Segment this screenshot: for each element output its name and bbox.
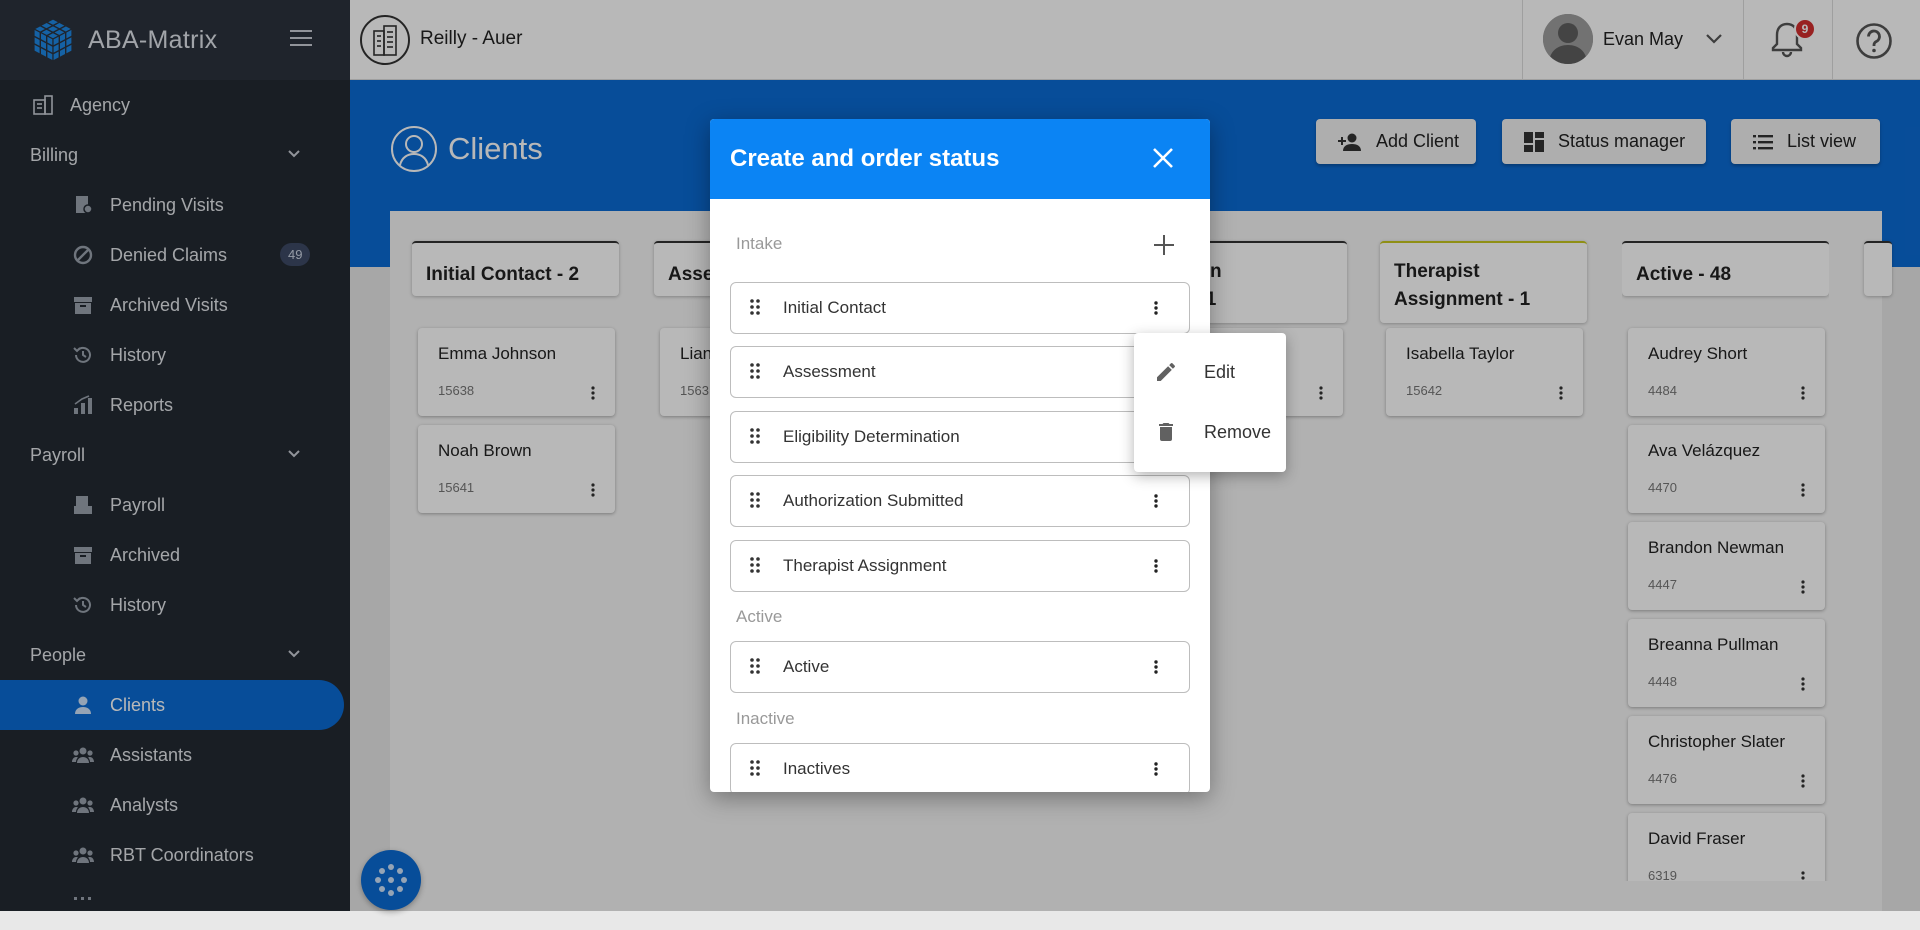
- group-label-intake: Intake: [736, 234, 783, 253]
- group-label-inactive: Inactive: [736, 709, 795, 728]
- status-row[interactable]: Assessment: [730, 346, 1190, 398]
- status-label: Inactives: [783, 759, 851, 778]
- more-vertical-icon[interactable]: [1154, 301, 1158, 315]
- status-row[interactable]: Eligibility Determination: [730, 411, 1190, 463]
- drag-handle-icon[interactable]: [750, 760, 760, 776]
- group-label-active: Active: [736, 607, 783, 626]
- edit-label: Edit: [1204, 361, 1236, 382]
- status-row[interactable]: Authorization Submitted: [730, 475, 1190, 527]
- status-context-menu: Edit Remove: [1134, 333, 1286, 472]
- drag-handle-icon[interactable]: [750, 299, 760, 315]
- status-row[interactable]: Active: [730, 641, 1190, 693]
- pencil-icon: [1157, 363, 1175, 381]
- more-vertical-icon[interactable]: [1154, 494, 1158, 508]
- close-icon[interactable]: [1150, 145, 1176, 171]
- status-label: Therapist Assignment: [783, 556, 947, 575]
- drag-handle-icon[interactable]: [750, 658, 760, 674]
- more-vertical-icon[interactable]: [1154, 660, 1158, 674]
- dialog-title: Create and order status: [730, 145, 1000, 172]
- trash-icon: [1159, 423, 1173, 441]
- drag-handle-icon[interactable]: [750, 492, 760, 508]
- status-label: Authorization Submitted: [783, 491, 964, 510]
- status-label: Eligibility Determination: [783, 427, 960, 446]
- remove-label: Remove: [1204, 421, 1272, 442]
- status-label: Assessment: [783, 362, 876, 381]
- add-icon[interactable]: [1152, 233, 1176, 257]
- more-vertical-icon[interactable]: [1154, 559, 1158, 573]
- status-label: Active: [783, 657, 830, 676]
- status-row[interactable]: Initial Contact: [730, 282, 1190, 334]
- status-row[interactable]: Inactives: [730, 743, 1190, 792]
- drag-handle-icon[interactable]: [750, 428, 760, 444]
- drag-handle-icon[interactable]: [750, 363, 760, 379]
- status-label: Initial Contact: [783, 298, 886, 317]
- edit-menu-item[interactable]: Edit: [1134, 343, 1286, 401]
- more-vertical-icon[interactable]: [1154, 762, 1158, 776]
- drag-handle-icon[interactable]: [750, 557, 760, 573]
- status-row[interactable]: Therapist Assignment: [730, 540, 1190, 592]
- dialog-header: Create and order status: [710, 119, 1210, 199]
- remove-menu-item[interactable]: Remove: [1134, 403, 1286, 461]
